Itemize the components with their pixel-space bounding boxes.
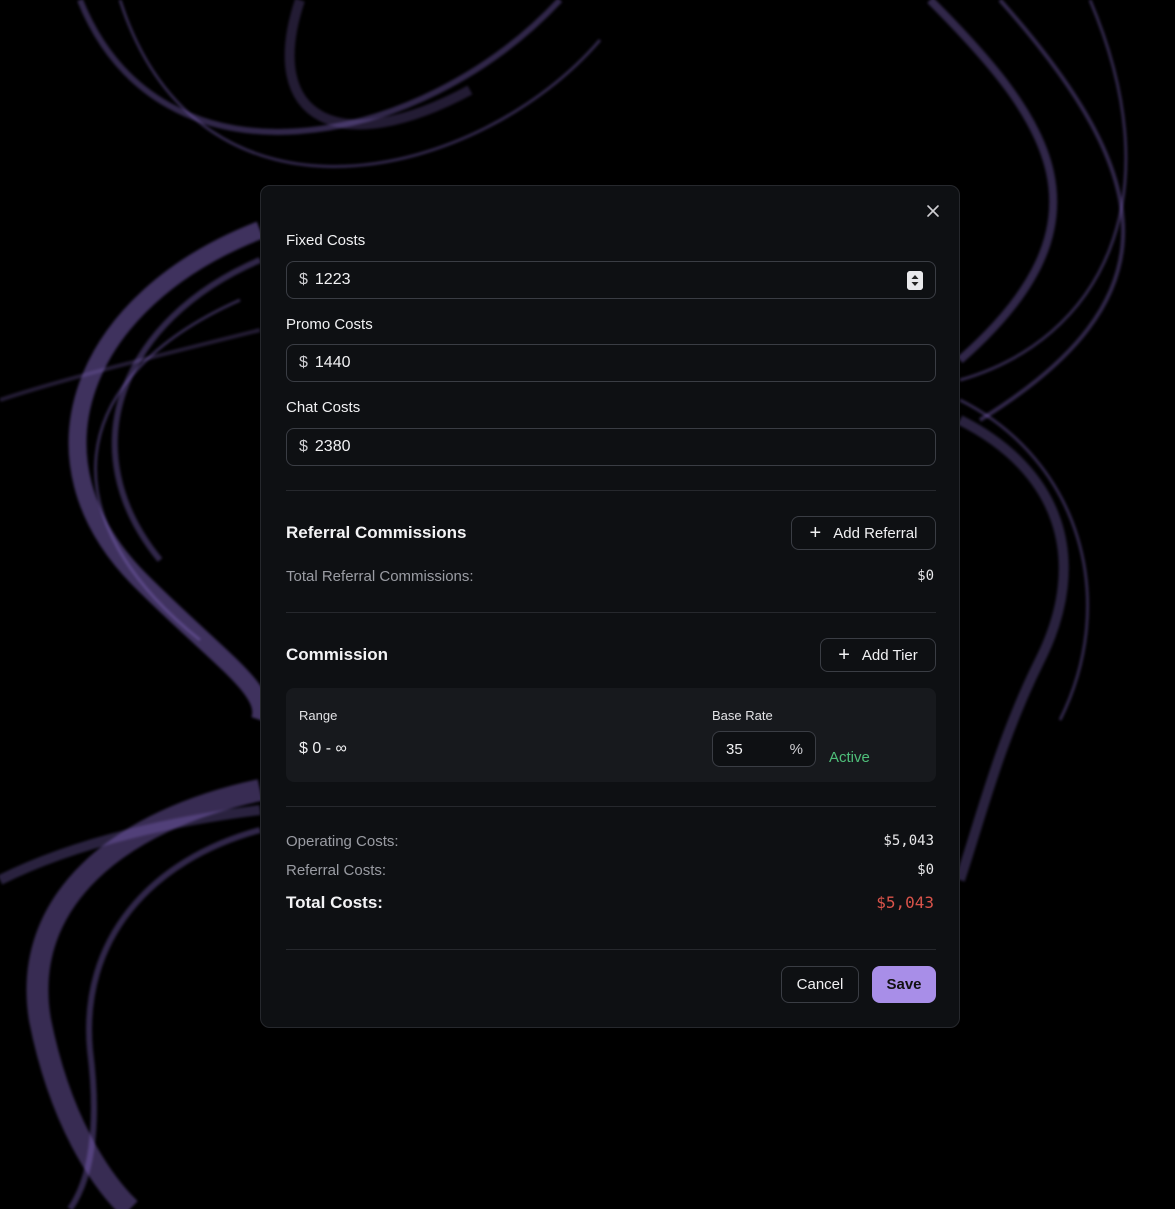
plus-icon: +: [809, 522, 822, 544]
range-value: $ 0 - ∞: [299, 740, 347, 757]
base-rate-input[interactable]: 35 %: [712, 731, 816, 767]
referral-costs-label: Referral Costs:: [286, 862, 387, 879]
promo-costs-input[interactable]: $ 1440: [286, 344, 936, 382]
percent-symbol: %: [789, 741, 803, 758]
total-costs-label: Total Costs:: [286, 893, 383, 912]
fixed-costs-value: 1223: [314, 271, 351, 288]
divider: [286, 490, 936, 491]
number-stepper-icon[interactable]: [907, 271, 923, 290]
promo-costs-label: Promo Costs: [286, 316, 373, 333]
add-referral-label: Add Referral: [833, 524, 918, 542]
fixed-costs-input[interactable]: $ 1223: [286, 261, 936, 299]
referral-costs-value: $0: [917, 862, 934, 878]
fixed-costs-label: Fixed Costs: [286, 232, 366, 249]
close-icon[interactable]: [925, 203, 941, 219]
total-costs-value: $5,043: [876, 893, 934, 912]
divider: [286, 806, 936, 807]
currency-symbol: $: [299, 354, 308, 371]
add-tier-label: Add Tier: [861, 646, 918, 664]
commission-tier: Range $ 0 - ∞ Base Rate 35 % Active: [286, 688, 936, 782]
range-label: Range: [299, 708, 338, 723]
divider: [286, 612, 936, 613]
cost-settings-dialog: Fixed Costs $ 1223 Promo Costs $ 1440 Ch…: [260, 185, 960, 1028]
currency-symbol: $: [299, 438, 308, 455]
save-button[interactable]: Save: [872, 966, 936, 1003]
divider: [286, 949, 936, 950]
promo-costs-value: 1440: [314, 354, 351, 371]
cancel-button[interactable]: Cancel: [781, 966, 859, 1003]
chat-costs-input[interactable]: $ 2380: [286, 428, 936, 466]
total-referral-commissions-label: Total Referral Commissions:: [286, 568, 474, 585]
add-tier-button[interactable]: + Add Tier: [820, 638, 936, 672]
tier-status-badge: Active: [829, 749, 870, 766]
commission-title: Commission: [286, 645, 389, 664]
plus-icon: +: [838, 644, 850, 666]
chat-costs-value: 2380: [314, 438, 351, 455]
total-referral-commissions-value: $0: [917, 568, 934, 584]
chat-costs-label: Chat Costs: [286, 399, 361, 416]
currency-symbol: $: [299, 271, 308, 288]
base-rate-value: 35: [726, 741, 743, 758]
operating-costs-label: Operating Costs:: [286, 833, 399, 850]
add-referral-button[interactable]: + Add Referral: [791, 516, 936, 550]
base-rate-label: Base Rate: [712, 708, 773, 723]
referral-commissions-title: Referral Commissions: [286, 523, 467, 542]
operating-costs-value: $5,043: [883, 833, 934, 849]
